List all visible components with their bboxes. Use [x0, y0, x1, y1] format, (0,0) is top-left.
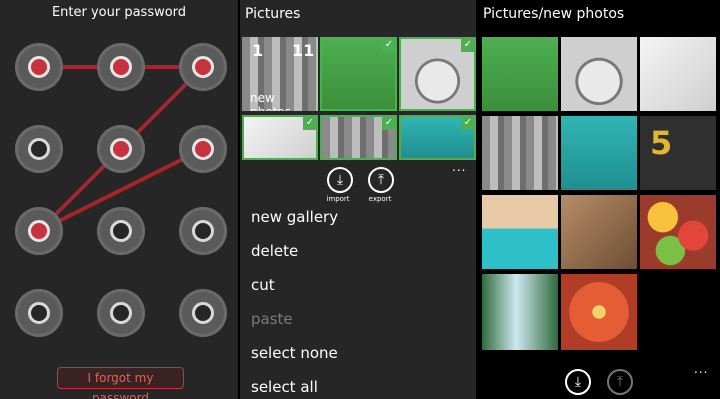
pattern-dot-0-1[interactable] — [97, 43, 145, 91]
pattern-dot-center — [110, 220, 132, 242]
teal-wall-photo[interactable] — [561, 116, 637, 190]
album-count-2: 11 — [292, 41, 315, 60]
forgot-password-button[interactable]: I forgot my password — [57, 367, 184, 399]
more-button[interactable]: ... — [452, 160, 466, 174]
export-icon: ⤒ — [377, 172, 385, 188]
building-3-photo[interactable] — [482, 116, 558, 190]
album-label: new photos — [250, 91, 291, 111]
waterfall-photo[interactable] — [482, 274, 558, 350]
road-number: 5 — [650, 124, 673, 162]
export-button[interactable]: ⤒ — [368, 167, 394, 193]
pattern-dot-3-0[interactable] — [15, 289, 63, 337]
pattern-dot-3-1[interactable] — [97, 289, 145, 337]
import-button[interactable]: ⤓ — [327, 167, 353, 193]
menu-paste: paste — [251, 310, 293, 328]
export-label: export — [368, 195, 392, 203]
fruit-photo[interactable] — [640, 195, 716, 269]
shadow-photo[interactable] — [561, 195, 637, 269]
import-button[interactable]: ⤓ — [565, 369, 591, 395]
pattern-dot-center — [192, 302, 214, 324]
soccer-thumb[interactable]: ✓ — [320, 37, 397, 111]
pattern-dot-center — [28, 56, 50, 78]
pattern-dot-center — [28, 220, 50, 242]
pattern-dot-1-2[interactable] — [179, 125, 227, 173]
check-icon: ✓ — [382, 117, 395, 130]
more-button[interactable]: ... — [694, 362, 708, 376]
pattern-dot-center — [192, 56, 214, 78]
export-button-disabled: ⤒ — [607, 369, 633, 395]
building-photo[interactable] — [640, 37, 716, 111]
menu-delete[interactable]: delete — [251, 242, 298, 260]
import-icon: ⤓ — [336, 172, 344, 188]
pattern-dot-2-1[interactable] — [97, 207, 145, 255]
menu-new-gallery[interactable]: new gallery — [251, 208, 338, 226]
import-label: import — [326, 195, 350, 203]
pattern-dot-3-2[interactable] — [179, 289, 227, 337]
pattern-lock-panel: Enter your password I forgot my password — [0, 0, 238, 399]
pattern-dot-1-0[interactable] — [15, 125, 63, 173]
teal-wall-thumb[interactable]: ✓ — [399, 115, 476, 160]
pattern-dot-2-0[interactable] — [15, 207, 63, 255]
pattern-dot-center — [192, 220, 214, 242]
wheel-photo[interactable] — [561, 37, 637, 111]
export-icon: ⤒ — [616, 374, 624, 390]
new-photos-header: Pictures/new photos — [483, 6, 625, 22]
building-3-thumb[interactable]: ✓ — [320, 115, 397, 160]
pattern-dot-center — [110, 56, 132, 78]
menu-select-none[interactable]: select none — [251, 344, 338, 362]
pattern-dot-center — [28, 302, 50, 324]
import-icon: ⤓ — [574, 374, 582, 390]
pattern-dot-1-1[interactable] — [97, 125, 145, 173]
road-5-photo[interactable]: 5 — [640, 116, 716, 190]
pattern-dot-2-2[interactable] — [179, 207, 227, 255]
pictures-header: Pictures — [245, 6, 301, 22]
check-icon: ✓ — [461, 117, 474, 130]
check-icon: ✓ — [382, 39, 395, 52]
soccer-photo[interactable] — [482, 37, 558, 111]
menu-select-all[interactable]: select all — [251, 378, 318, 396]
menu-cut[interactable]: cut — [251, 276, 275, 294]
album-count-1: 1 — [252, 41, 264, 60]
pattern-dot-center — [110, 302, 132, 324]
new-photos-panel: Pictures/new photos 5 ⤓ ⤒ ... — [478, 0, 720, 399]
pattern-dot-0-2[interactable] — [179, 43, 227, 91]
pattern-dot-center — [192, 138, 214, 160]
flower-photo[interactable] — [561, 274, 637, 350]
pool-photo[interactable] — [482, 195, 558, 269]
building-thumb[interactable]: ✓ — [242, 115, 318, 160]
pattern-dot-center — [28, 138, 50, 160]
pattern-dot-center — [110, 138, 132, 160]
pictures-menu-panel: Pictures 1 11 new photos ✓ ✓ ✓ ✓ ✓ ⤓ imp… — [240, 0, 476, 399]
check-icon: ✓ — [461, 39, 474, 52]
wheel-thumb[interactable]: ✓ — [399, 37, 476, 111]
pattern-dot-0-0[interactable] — [15, 43, 63, 91]
check-icon: ✓ — [303, 117, 316, 130]
new-photos-album-tile[interactable]: 1 11 new photos — [242, 37, 318, 111]
